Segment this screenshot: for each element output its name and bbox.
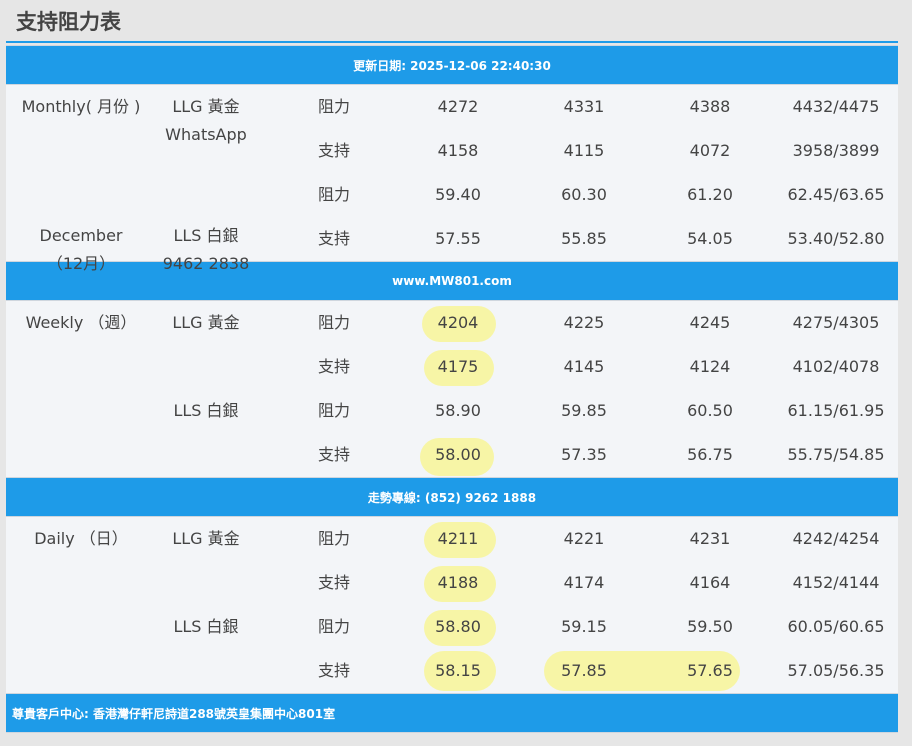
table-row: 阻力 58.80 59.15 59.50 60.05/60.65 bbox=[6, 605, 898, 649]
value-cell: 4275/4305 bbox=[792, 313, 880, 332]
value-cell: 4272 bbox=[437, 97, 479, 116]
value-cell: 4432/4475 bbox=[792, 97, 880, 116]
table-row: 阻力 59.40 60.30 61.20 62.45/63.65 bbox=[6, 173, 898, 217]
value-cell: 4158 bbox=[437, 141, 479, 160]
value-cell: 57.85 bbox=[561, 661, 607, 680]
hotline-text: 走勢專線: (852) 9262 1888 bbox=[367, 490, 537, 505]
value-cell: 4072 bbox=[689, 141, 731, 160]
value-cell: 59.50 bbox=[687, 617, 733, 636]
value-cell: 4102/4078 bbox=[792, 357, 880, 376]
value-cell: 62.45/63.65 bbox=[787, 185, 885, 204]
value-cell: 58.15 bbox=[435, 661, 481, 680]
row-label: 支持 bbox=[318, 357, 351, 376]
value-cell: 4242/4254 bbox=[792, 529, 880, 548]
value-cell: 58.80 bbox=[435, 617, 481, 636]
value-cell: 58.90 bbox=[435, 401, 481, 420]
value-cell: 57.55 bbox=[435, 229, 481, 248]
row-label: 阻力 bbox=[318, 185, 351, 204]
value-cell: 4175 bbox=[437, 357, 479, 376]
table-row: 支持 58.00 57.35 56.75 55.75/54.85 bbox=[6, 433, 898, 477]
value-cell: 4211 bbox=[437, 529, 479, 548]
value-cell: 61.20 bbox=[687, 185, 733, 204]
value-cell: 4331 bbox=[563, 97, 605, 116]
table-row: 阻力 58.90 59.85 60.50 61.15/61.95 bbox=[6, 389, 898, 433]
value-cell: 4231 bbox=[689, 529, 731, 548]
value-cell: 4115 bbox=[563, 141, 605, 160]
value-cell: 55.75/54.85 bbox=[787, 445, 885, 464]
update-date-text: 更新日期: 2025-12-06 22:40:30 bbox=[353, 58, 551, 73]
value-cell: 57.05/56.35 bbox=[787, 661, 885, 680]
row-label: 支持 bbox=[318, 445, 351, 464]
table-row: 支持 4175 4145 4124 4102/4078 bbox=[6, 345, 898, 389]
value-cell: 4388 bbox=[689, 97, 731, 116]
value-cell: 59.15 bbox=[561, 617, 607, 636]
value-cell: 4225 bbox=[563, 313, 605, 332]
row-label: 支持 bbox=[318, 661, 351, 680]
value-cell: 4164 bbox=[689, 573, 731, 592]
value-cell: 57.35 bbox=[561, 445, 607, 464]
row-label: 阻力 bbox=[318, 617, 351, 636]
value-cell: 56.75 bbox=[687, 445, 733, 464]
table-row: 阻力 4204 4225 4245 4275/4305 bbox=[6, 301, 898, 345]
table-row: 支持 4158 4115 4072 3958/3899 bbox=[6, 129, 898, 173]
value-cell: 55.85 bbox=[561, 229, 607, 248]
value-cell: 59.85 bbox=[561, 401, 607, 420]
address-band: 尊貴客戶中心: 香港灣仔軒尼詩道288號英皇集團中心801室 bbox=[6, 693, 898, 733]
value-cell: 61.15/61.95 bbox=[787, 401, 885, 420]
row-label: 支持 bbox=[318, 229, 351, 248]
table-row: 支持 58.15 57.85 57.65 57.05/56.35 bbox=[6, 649, 898, 693]
value-cell: 60.50 bbox=[687, 401, 733, 420]
value-cell: 60.30 bbox=[561, 185, 607, 204]
row-label: 阻力 bbox=[318, 313, 351, 332]
value-cell: 4221 bbox=[563, 529, 605, 548]
value-cell: 60.05/60.65 bbox=[787, 617, 885, 636]
value-cell: 58.00 bbox=[435, 445, 481, 464]
table-row: 支持 57.55 55.85 54.05 53.40/52.80 bbox=[6, 217, 898, 261]
row-label: 阻力 bbox=[318, 401, 351, 420]
title-divider bbox=[6, 41, 898, 43]
value-cell: 4124 bbox=[689, 357, 731, 376]
value-cell: 3958/3899 bbox=[792, 141, 880, 160]
weekly-section: Weekly （週） LLG 黃金 LLS 白銀 阻力 4204 4225 42… bbox=[6, 301, 898, 477]
value-cell: 4145 bbox=[563, 357, 605, 376]
monthly-section: Monthly( 月份 ) December （12月） LLG 黃金 What… bbox=[6, 85, 898, 273]
value-cell: 4188 bbox=[437, 573, 479, 592]
row-label: 支持 bbox=[318, 573, 351, 592]
value-cell: 53.40/52.80 bbox=[787, 229, 885, 248]
value-cell: 54.05 bbox=[687, 229, 733, 248]
hotline-band: 走勢專線: (852) 9262 1888 bbox=[6, 477, 898, 517]
daily-section: Daily （日） LLG 黃金 LLS 白銀 阻力 4211 4221 423… bbox=[6, 517, 898, 693]
value-cell: 4245 bbox=[689, 313, 731, 332]
row-label: 阻力 bbox=[318, 529, 351, 548]
row-label: 阻力 bbox=[318, 97, 351, 116]
table-row: 阻力 4272 4331 4388 4432/4475 bbox=[6, 85, 898, 129]
website-link[interactable]: www.MW801.com bbox=[392, 274, 512, 288]
table-row: 阻力 4211 4221 4231 4242/4254 bbox=[6, 517, 898, 561]
support-resistance-table: 更新日期: 2025-12-06 22:40:30 Monthly( 月份 ) … bbox=[6, 45, 898, 733]
value-cell: 4204 bbox=[437, 313, 479, 332]
value-cell: 4174 bbox=[563, 573, 605, 592]
value-cell: 4152/4144 bbox=[792, 573, 880, 592]
value-cell: 59.40 bbox=[435, 185, 481, 204]
update-date-band: 更新日期: 2025-12-06 22:40:30 bbox=[6, 45, 898, 85]
page-title: 支持阻力表 bbox=[16, 10, 121, 34]
address-text: 尊貴客戶中心: 香港灣仔軒尼詩道288號英皇集團中心801室 bbox=[12, 706, 336, 721]
value-cell: 57.65 bbox=[687, 661, 733, 680]
row-label: 支持 bbox=[318, 141, 351, 160]
table-row: 支持 4188 4174 4164 4152/4144 bbox=[6, 561, 898, 605]
